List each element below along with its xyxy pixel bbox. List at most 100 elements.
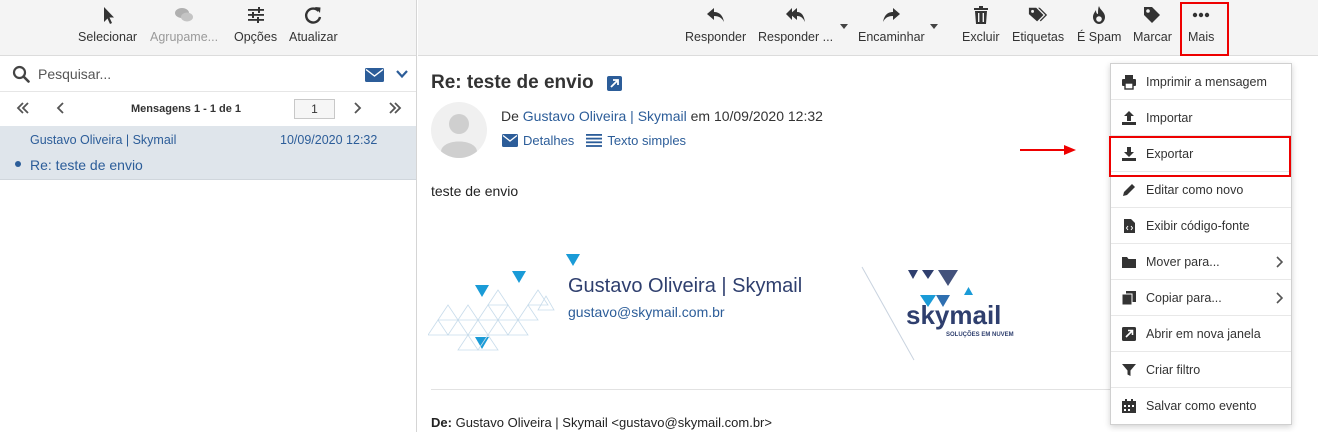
logo-tagline: SOLUÇÕES EM NUVEM: [946, 331, 1014, 338]
menu-item-label: Salvar como evento: [1146, 399, 1257, 413]
group-button[interactable]: Agrupame...: [150, 5, 218, 44]
first-page-icon[interactable]: [16, 101, 30, 115]
menu-item-import[interactable]: Importar: [1111, 100, 1291, 136]
chat-bubbles-icon: [175, 8, 194, 22]
delete-button[interactable]: Excluir: [962, 5, 1000, 44]
next-page-icon[interactable]: [350, 101, 364, 115]
details-link[interactable]: Detalhes: [523, 133, 574, 148]
search-icon: [12, 65, 30, 83]
chevron-right-icon: [1276, 292, 1283, 304]
list-toolbar: Selecionar Agrupame... Opções Atualizar: [0, 0, 416, 56]
forwarded-from: De: Gustavo Oliveira | Skymail <gustavo@…: [431, 415, 772, 430]
upload-icon: [1122, 110, 1136, 125]
refresh-button[interactable]: Atualizar: [289, 5, 338, 44]
user-silhouette-icon: [441, 114, 477, 158]
pencil-icon: [1123, 183, 1135, 196]
menu-item-label: Copiar para...: [1146, 290, 1222, 305]
refresh-icon: [305, 7, 322, 24]
menu-item-label: Mover para...: [1146, 254, 1220, 269]
previous-page-icon[interactable]: [54, 101, 68, 115]
reply-all-icon: [785, 8, 805, 22]
reply-label: Responder: [685, 30, 747, 44]
chevron-down-icon[interactable]: [396, 69, 408, 79]
header-links: Detalhes Texto simples: [502, 133, 686, 148]
menu-item-label: Editar como novo: [1146, 182, 1244, 197]
unread-dot-icon: [15, 161, 21, 167]
signature-email[interactable]: gustavo@skymail.com.br: [568, 304, 725, 320]
message-subject: Re: teste de envio: [431, 72, 594, 93]
spam-button[interactable]: É Spam: [1077, 5, 1121, 44]
menu-item-move-to[interactable]: Mover para...: [1111, 244, 1291, 280]
group-label: Agrupame...: [150, 30, 219, 44]
plain-text-link[interactable]: Texto simples: [607, 133, 686, 148]
mark-button[interactable]: Marcar: [1133, 5, 1172, 44]
menu-item-label: Exibir código-fonte: [1146, 218, 1250, 233]
pagination: Mensagens 1 - 1 de 1 1: [0, 92, 416, 126]
fire-icon: [1093, 6, 1106, 24]
list-item-from: Gustavo Oliveira | Skymail: [30, 133, 177, 147]
list-lines-icon: [586, 134, 603, 147]
export-highlight: [1109, 136, 1291, 177]
external-window-icon: [1122, 326, 1136, 341]
folder-icon: [1122, 256, 1136, 268]
menu-item-save-as-event[interactable]: Salvar como evento: [1111, 388, 1291, 424]
page-number-input[interactable]: 1: [294, 99, 335, 119]
list-item-subject: Re: teste de envio: [30, 157, 143, 173]
divider: [431, 389, 1121, 390]
last-page-icon[interactable]: [388, 101, 402, 115]
tags-button[interactable]: Etiquetas: [1012, 5, 1064, 44]
copy-icon: [1121, 290, 1136, 305]
menu-item-label: Criar filtro: [1146, 362, 1201, 377]
list-item[interactable]: Gustavo Oliveira | Skymail 10/09/2020 12…: [0, 126, 416, 180]
reply-all-label: Responder ...: [758, 30, 834, 44]
signature-accent-triangle: [566, 254, 580, 266]
forwarded-from-label: De:: [431, 415, 452, 430]
reply-button[interactable]: Responder: [685, 5, 746, 44]
menu-item-copy-to[interactable]: Copiar para...: [1111, 280, 1291, 316]
reply-all-dropdown-icon[interactable]: [840, 24, 848, 29]
forward-icon: [883, 8, 901, 22]
reply-all-button[interactable]: Responder ...: [758, 5, 833, 44]
tags-icon: [1028, 7, 1048, 22]
tag-icon: [1144, 7, 1161, 23]
tags-label: Etiquetas: [1012, 30, 1065, 44]
search-bar[interactable]: Pesquisar...: [0, 56, 416, 92]
select-label: Selecionar: [78, 30, 138, 44]
envelope-icon[interactable]: [365, 68, 384, 82]
refresh-label: Atualizar: [289, 30, 338, 44]
menu-item-view-source[interactable]: Exibir código-fonte: [1111, 208, 1291, 244]
menu-item-label: Abrir em nova janela: [1146, 326, 1261, 341]
forward-dropdown-icon[interactable]: [930, 24, 938, 29]
signature-name: Gustavo Oliveira | Skymail: [568, 275, 803, 297]
message-date: 10/09/2020 12:32: [713, 108, 823, 124]
logo-wordmark: skymail: [906, 300, 1001, 330]
options-button[interactable]: Opções: [234, 5, 277, 44]
menu-item-edit-as-new[interactable]: Editar como novo: [1111, 172, 1291, 208]
avatar: [431, 102, 487, 158]
menu-item-print[interactable]: Imprimir a mensagem: [1111, 64, 1291, 100]
trash-icon: [973, 6, 988, 24]
webmail-app: Selecionar Agrupame... Opções Atualizar …: [0, 0, 1318, 432]
date-prefix: em: [690, 108, 711, 124]
envelope-icon: [502, 134, 518, 147]
options-label: Opções: [234, 30, 278, 44]
forward-label: Encaminhar: [858, 30, 925, 44]
spam-label: É Spam: [1077, 30, 1122, 44]
search-input[interactable]: Pesquisar...: [38, 66, 111, 82]
reply-icon: [706, 8, 724, 22]
forwarded-from-value: Gustavo Oliveira | Skymail <gustavo@skym…: [455, 415, 772, 430]
menu-item-create-filter[interactable]: Criar filtro: [1111, 352, 1291, 388]
menu-item-open-new-window[interactable]: Abrir em nova janela: [1111, 316, 1291, 352]
more-dropdown-menu: Imprimir a mensagem Importar Exportar Ed…: [1110, 63, 1292, 425]
message-list-panel: Selecionar Agrupame... Opções Atualizar …: [0, 0, 417, 432]
skymail-logo: skymail SOLUÇÕES EM NUVEM: [861, 266, 1014, 361]
menu-item-label: Importar: [1146, 110, 1193, 125]
open-new-window-icon[interactable]: [607, 76, 622, 91]
signature-triangles-graphic: [428, 254, 568, 351]
forward-button[interactable]: Encaminhar: [858, 5, 925, 44]
sliders-icon: [247, 7, 264, 23]
chevron-right-icon: [1276, 256, 1283, 268]
select-button[interactable]: Selecionar: [78, 5, 137, 44]
filter-icon: [1122, 363, 1136, 376]
sender-link[interactable]: Gustavo Oliveira | Skymail: [523, 108, 687, 124]
